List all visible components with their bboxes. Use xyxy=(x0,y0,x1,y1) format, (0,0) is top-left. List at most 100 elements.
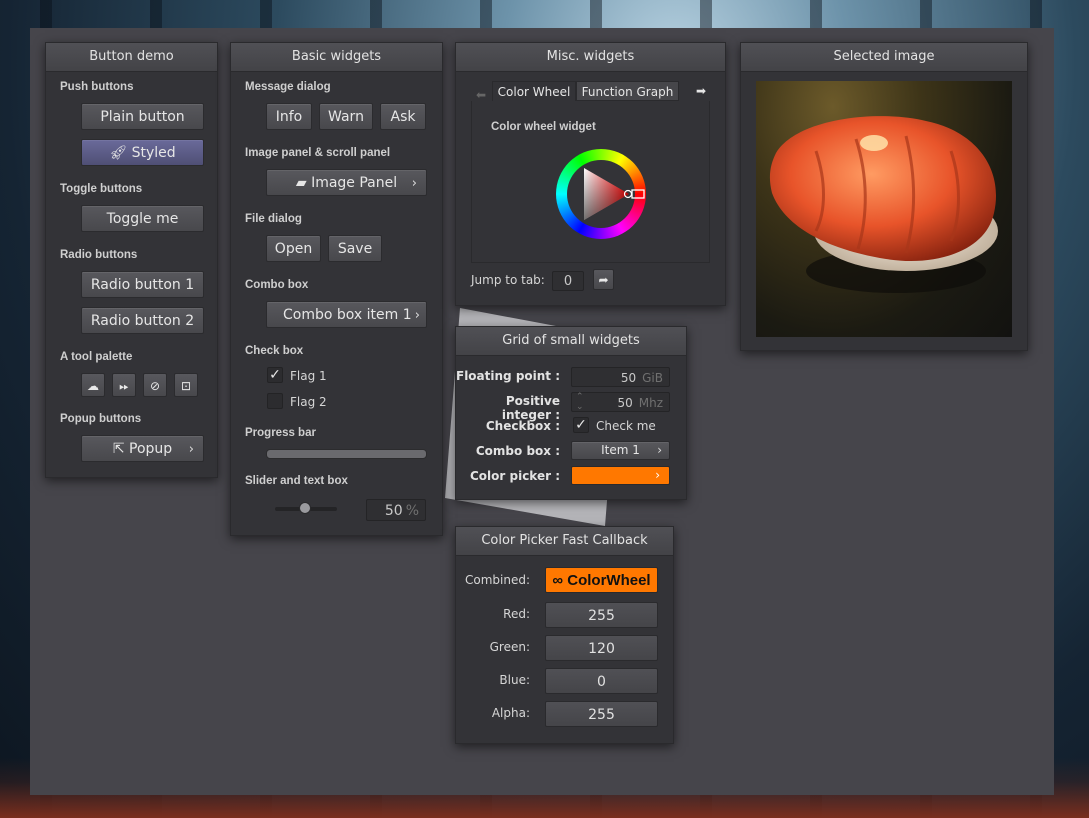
tab-function-graph[interactable]: Function Graph xyxy=(576,81,679,101)
save-button[interactable]: Save xyxy=(328,235,382,262)
app-screen: Button demo Push buttons Plain button 🚀︎… xyxy=(30,28,1054,795)
plain-button[interactable]: Plain button xyxy=(81,103,204,130)
int-input[interactable]: ⌃ ⌄ 50 Mhz xyxy=(571,392,670,412)
grid-combo-box[interactable]: Item 1 › xyxy=(571,441,670,460)
color-wheel[interactable] xyxy=(556,149,646,239)
jump-to-tab-input[interactable]: 0 xyxy=(552,271,584,291)
float-label: Floating point : xyxy=(456,369,561,383)
chevron-right-icon: › xyxy=(657,443,662,457)
tab-scroll-right-icon[interactable]: ➡︎ xyxy=(696,81,710,101)
message-dialog-label: Message dialog xyxy=(245,81,331,93)
cloud-icon[interactable]: ☁ xyxy=(81,373,105,397)
popup-button-label: Popup xyxy=(129,441,173,457)
combined-value[interactable]: ∞ ColorWheel xyxy=(545,567,658,593)
sushi-illustration xyxy=(769,116,998,293)
open-button[interactable]: Open xyxy=(266,235,321,262)
panel-title: Misc. widgets xyxy=(456,43,725,72)
color-picker-callback-panel: Color Picker Fast Callback Combined: ∞ C… xyxy=(455,526,674,744)
misc-widgets-panel: Misc. widgets ⬅︎ Color Wheel Function Gr… xyxy=(455,42,726,306)
alpha-value[interactable]: 255 xyxy=(545,701,658,727)
tool-palette-label: A tool palette xyxy=(60,351,133,363)
slider-value: 50 xyxy=(384,503,403,519)
folder-icon: ▰ xyxy=(295,175,312,191)
push-buttons-label: Push buttons xyxy=(60,81,134,93)
external-link-icon: ⇱ xyxy=(112,441,130,457)
selected-image-panel: Selected image xyxy=(740,42,1028,351)
blue-value[interactable]: 0 xyxy=(545,668,658,694)
combo-box-label: Combo box xyxy=(245,279,309,291)
info-button[interactable]: Info xyxy=(266,103,312,130)
check-box-label: Check box xyxy=(245,345,304,357)
color-picker-label: Color picker : xyxy=(469,469,560,483)
ask-button[interactable]: Ask xyxy=(380,103,426,130)
progress-bar-label: Progress bar xyxy=(245,427,316,439)
flag1-checkbox[interactable]: ✓ xyxy=(267,367,283,383)
slider-handle[interactable] xyxy=(299,502,311,514)
styled-button-label: Styled xyxy=(131,145,176,161)
int-label: Positive integer : xyxy=(501,394,560,422)
grid-checkbox[interactable]: ✓ xyxy=(573,417,589,433)
rocket-icon: 🚀︎ xyxy=(109,145,132,161)
toggle-buttons-label: Toggle buttons xyxy=(60,183,143,195)
panel-title: Color Picker Fast Callback xyxy=(456,527,673,556)
alpha-label: Alpha: xyxy=(491,706,530,720)
inbox-icon[interactable]: ⊡ xyxy=(174,373,198,397)
panel-title: Grid of small widgets xyxy=(456,327,686,356)
selected-image xyxy=(756,81,1012,337)
checkbox-label: Checkbox : xyxy=(485,419,560,433)
combined-label: Combined: xyxy=(464,573,530,587)
combined-value-text: ColorWheel xyxy=(567,572,651,589)
combo-box-value: Combo box item 1 xyxy=(283,307,412,323)
chevron-right-icon: › xyxy=(414,308,420,323)
radio-button-2[interactable]: Radio button 2 xyxy=(81,307,204,334)
button-demo-panel: Button demo Push buttons Plain button 🚀︎… xyxy=(45,42,218,478)
panel-title: Selected image xyxy=(741,43,1027,72)
compass-icon[interactable]: ⊘ xyxy=(143,373,167,397)
jump-to-tab-label: Jump to tab: xyxy=(471,273,545,287)
flag2-checkbox[interactable] xyxy=(267,393,283,409)
int-unit: Mhz xyxy=(638,396,663,410)
popup-button[interactable]: ⇱ Popup › xyxy=(81,435,204,462)
chevron-right-icon: › xyxy=(411,176,417,191)
file-dialog-label: File dialog xyxy=(245,213,302,225)
share-arrow-icon[interactable]: ➦ xyxy=(593,269,614,290)
slider-textbox[interactable]: 50% xyxy=(366,499,426,521)
infinity-icon: ∞ xyxy=(552,572,568,589)
float-unit: GiB xyxy=(642,371,663,385)
color-picker-button[interactable]: › xyxy=(571,466,670,485)
toggle-button[interactable]: Toggle me xyxy=(81,205,204,232)
green-label: Green: xyxy=(489,640,530,654)
combo-box[interactable]: Combo box item 1 › xyxy=(266,301,427,328)
float-input[interactable]: 50 GiB xyxy=(571,367,670,387)
panel-title: Button demo xyxy=(46,43,217,72)
flag2-label: Flag 2 xyxy=(290,395,327,409)
green-value[interactable]: 120 xyxy=(545,635,658,661)
float-value: 50 xyxy=(620,371,637,385)
radio-buttons-label: Radio buttons xyxy=(60,249,138,261)
basic-widgets-panel: Basic widgets Message dialog Info Warn A… xyxy=(230,42,443,536)
styled-button[interactable]: 🚀︎ Styled xyxy=(81,139,204,166)
slider-unit: % xyxy=(405,503,419,519)
grid-combo-value: Item 1 xyxy=(601,443,640,457)
chevron-right-icon: › xyxy=(188,442,194,457)
fast-forward-icon[interactable]: ⏩︎ xyxy=(112,373,136,397)
flag1-label: Flag 1 xyxy=(290,369,327,383)
radio-button-1[interactable]: Radio button 1 xyxy=(81,271,204,298)
chevron-right-icon: › xyxy=(655,468,660,482)
image-panel-button[interactable]: ▰ Image Panel › xyxy=(266,169,427,196)
image-panel-label: Image panel & scroll panel xyxy=(245,147,391,159)
int-spinner-icon[interactable]: ⌃ ⌄ xyxy=(576,392,584,412)
grid-widgets-panel: Grid of small widgets Floating point : 5… xyxy=(455,326,687,500)
image-panel-label-text: Image Panel xyxy=(311,175,398,191)
red-value[interactable]: 255 xyxy=(545,602,658,628)
blue-label: Blue: xyxy=(499,673,530,687)
grid-checkbox-text: Check me xyxy=(596,419,656,433)
popup-buttons-label: Popup buttons xyxy=(60,413,142,425)
progress-bar xyxy=(266,449,427,459)
slider-label: Slider and text box xyxy=(245,475,348,487)
combo-label: Combo box : xyxy=(475,444,560,458)
warn-button[interactable]: Warn xyxy=(319,103,373,130)
color-wheel-label: Color wheel widget xyxy=(491,121,596,133)
tab-color-wheel[interactable]: Color Wheel xyxy=(492,81,576,101)
red-label: Red: xyxy=(503,607,530,621)
